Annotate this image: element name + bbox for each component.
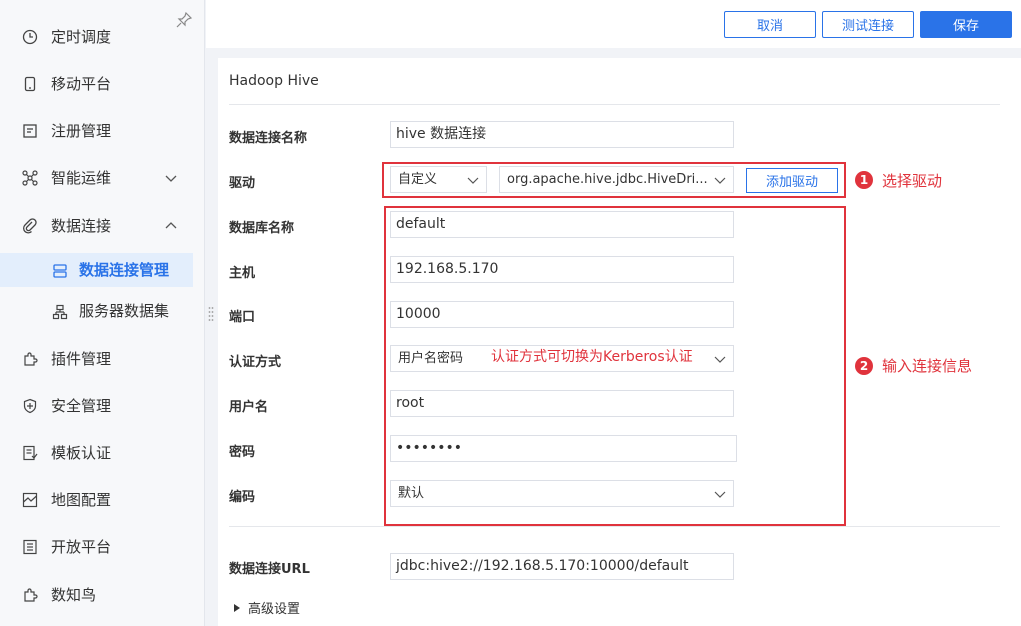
form-title: Hadoop Hive — [229, 73, 319, 89]
sidebar-item-label: 插件管理 — [51, 350, 112, 368]
sidebar-item-label: 地图配置 — [51, 491, 112, 509]
sidebar-item-mobile[interactable]: 移动平台 — [0, 64, 204, 104]
password-label: 密码 — [229, 445, 256, 460]
sidebar-item-data-connection[interactable]: 数据连接 — [0, 206, 204, 246]
mobile-icon — [24, 76, 36, 92]
cancel-button[interactable]: 取消 — [724, 11, 816, 38]
sidebar-item-label: 注册管理 — [51, 122, 112, 140]
driver-label: 驱动 — [229, 176, 256, 191]
advanced-settings-label: 高级设置 — [248, 602, 301, 617]
divider — [229, 104, 1000, 105]
template-icon — [23, 445, 38, 461]
sidebar-item-security[interactable]: 安全管理 — [0, 386, 204, 426]
test-connection-button[interactable]: 测试连接 — [822, 11, 914, 38]
connection-form-panel: Hadoop Hive 数据连接名称 hive 数据连接 驱动 自定义 org.… — [218, 58, 1021, 626]
divider — [229, 526, 1000, 527]
auth-label: 认证方式 — [229, 355, 282, 370]
url-label: 数据连接URL — [229, 562, 310, 577]
caret-right-icon — [234, 603, 240, 612]
sidebar-subitem-label: 服务器数据集 — [79, 302, 170, 320]
sidebar: 定时调度 移动平台 注册管理 智能运维 数据连接 数据连接管理 服务器数据集 插… — [0, 0, 205, 626]
save-button[interactable]: 保存 — [920, 11, 1012, 38]
sidebar-item-plugin[interactable]: 插件管理 — [0, 339, 204, 379]
chevron-down-icon — [165, 175, 177, 182]
driver-annotation-box — [382, 162, 846, 198]
resize-handle-icon[interactable] — [208, 306, 214, 322]
sidebar-item-label: 移动平台 — [51, 75, 112, 93]
shield-icon — [23, 398, 37, 414]
sidebar-item-label: 安全管理 — [51, 397, 112, 415]
sidebar-item-label: 定时调度 — [51, 28, 112, 46]
chevron-up-icon — [165, 222, 177, 229]
db-name-label: 数据库名称 — [229, 221, 295, 236]
annotation-text-1: 选择驱动 — [882, 172, 943, 190]
annotation-text-2: 输入连接信息 — [882, 357, 973, 375]
map-icon — [22, 492, 38, 508]
annotation-badge-2: 2 — [855, 357, 873, 375]
sidebar-subitem-server-dataset[interactable]: 服务器数据集 — [0, 294, 193, 328]
url-input[interactable]: jdbc:hive2://192.168.5.170:10000/default — [390, 553, 734, 580]
sidebar-item-label: 智能运维 — [51, 169, 112, 187]
ops-icon — [22, 170, 38, 186]
register-icon — [23, 124, 37, 138]
sidebar-item-template-auth[interactable]: 模板认证 — [0, 433, 204, 473]
sidebar-subitem-db-conn-mgmt[interactable]: 数据连接管理 — [0, 253, 193, 287]
sidebar-item-label: 模板认证 — [51, 444, 112, 462]
sidebar-item-label: 开放平台 — [51, 538, 112, 556]
db-conn-icon — [53, 264, 67, 278]
conn-name-label: 数据连接名称 — [229, 131, 308, 146]
host-label: 主机 — [229, 266, 256, 281]
sidebar-item-map-config[interactable]: 地图配置 — [0, 480, 204, 520]
sidebar-item-schedule[interactable]: 定时调度 — [0, 17, 204, 57]
encoding-label: 编码 — [229, 490, 256, 505]
clock-icon — [22, 29, 38, 45]
conn-name-input[interactable]: hive 数据连接 — [390, 121, 734, 148]
annotation-badge-1: 1 — [855, 171, 873, 189]
sidebar-item-ops[interactable]: 智能运维 — [0, 158, 204, 198]
user-label: 用户名 — [229, 400, 269, 415]
plugin-icon — [24, 352, 38, 366]
link-icon — [23, 218, 37, 234]
top-toolbar: 取消 测试连接 保存 — [206, 0, 1021, 48]
port-label: 端口 — [229, 310, 256, 325]
open-platform-icon — [23, 539, 37, 555]
server-dataset-icon — [52, 304, 68, 320]
connection-info-annotation-box — [384, 206, 846, 526]
sidebar-item-register[interactable]: 注册管理 — [0, 111, 204, 151]
sidebar-item-bird[interactable]: 数知鸟 — [0, 575, 204, 615]
bird-icon — [24, 588, 38, 602]
sidebar-subitem-label: 数据连接管理 — [79, 261, 170, 279]
sidebar-item-label: 数知鸟 — [51, 586, 97, 604]
sidebar-item-open-platform[interactable]: 开放平台 — [0, 527, 204, 567]
sidebar-item-label: 数据连接 — [51, 217, 112, 235]
advanced-settings-toggle[interactable]: 高级设置 — [234, 598, 300, 617]
